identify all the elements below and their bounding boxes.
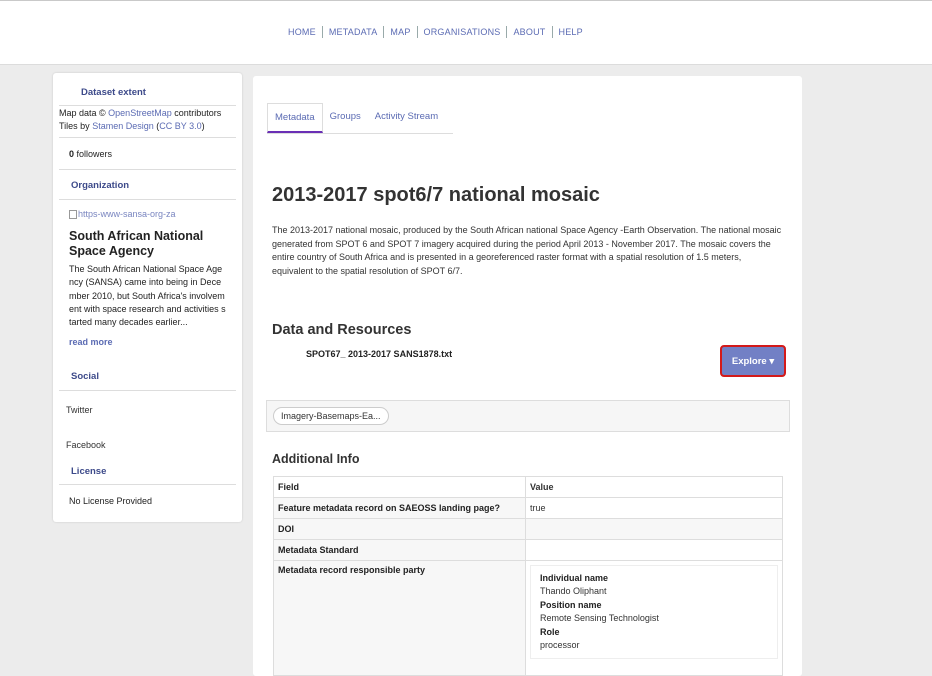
table-row: Feature metadata record on SAEOSS landin… — [273, 497, 783, 519]
org-logo-image[interactable]: https-www-sansa-org-za — [69, 209, 176, 220]
divider — [59, 390, 236, 391]
tiles-credit-prefix: Tiles by — [59, 121, 93, 131]
sidebar: Dataset extent Map data © OpenStreetMap … — [53, 73, 242, 522]
dataset-description: The 2013-2017 national mosaic, produced … — [272, 225, 782, 276]
org-description: The South African National Space Agency … — [69, 264, 226, 328]
followers-label: followers — [74, 149, 113, 159]
header-field: Field — [273, 476, 526, 498]
tag-list: Imagery-Basemaps-Ea... — [266, 400, 790, 432]
nav-divider — [506, 26, 508, 38]
tab-metadata[interactable]: Metadata — [267, 103, 323, 133]
license-heading: License — [71, 466, 107, 477]
dataset-title: 2013-2017 spot6/7 national mosaic — [272, 184, 600, 206]
nav-metadata[interactable]: METADATA — [325, 27, 382, 38]
individual-name-label: Individual name — [540, 573, 609, 583]
role-label: Role — [540, 626, 560, 637]
license-value: No License Provided — [69, 496, 153, 506]
divider — [59, 105, 236, 106]
row-value — [525, 518, 783, 540]
resource-name[interactable]: SPOT67_ 2013-2017 SANS1878.txt — [306, 349, 452, 359]
header-value: Value — [525, 476, 783, 498]
row-value — [525, 539, 783, 561]
additional-info-table: Field Value Feature metadata record on S… — [273, 476, 783, 676]
individual-name-value: Thando Oliphant — [540, 586, 607, 597]
read-more-link[interactable]: read more — [69, 337, 113, 347]
position-name-label: Position name — [540, 599, 602, 610]
nav-divider — [416, 26, 418, 38]
divider — [59, 199, 236, 200]
map-credit: Map data © OpenStreetMap contributors Ti… — [59, 107, 221, 133]
dataset-extent-heading: Dataset extent — [81, 87, 146, 98]
org-name[interactable]: South African National Space Agency — [69, 229, 219, 259]
divider — [59, 484, 236, 485]
openstreetmap-link[interactable]: OpenStreetMap — [108, 108, 172, 118]
stamen-design-link[interactable]: Stamen Design — [92, 121, 154, 131]
responsible-party-card: Individual name Thando Oliphant Position… — [530, 565, 778, 660]
row-value: true — [525, 497, 783, 519]
nav-about[interactable]: ABOUT — [509, 27, 549, 38]
organization-heading: Organization — [71, 180, 130, 191]
nav-map[interactable]: MAP — [386, 27, 414, 38]
tag-pill[interactable]: Imagery-Basemaps-Ea... — [273, 407, 389, 425]
map-credit-prefix: Map data © — [59, 108, 109, 118]
nav-divider — [551, 26, 553, 38]
facebook-link[interactable]: Facebook — [66, 440, 106, 450]
top-header: HOME METADATA MAP ORGANISATIONS ABOUT HE… — [0, 0, 932, 65]
resources-heading: Data and Resources — [272, 322, 412, 338]
role-value: processor — [540, 640, 580, 651]
cc-by-link[interactable]: CC BY 3.0 — [159, 121, 201, 131]
main-nav: HOME METADATA MAP ORGANISATIONS ABOUT HE… — [284, 26, 587, 38]
row-field: Metadata record responsible party — [273, 560, 526, 676]
position-name-value: Remote Sensing Technologist — [540, 613, 659, 624]
divider — [59, 169, 236, 170]
table-row: DOI — [273, 518, 783, 540]
nav-home[interactable]: HOME — [284, 27, 320, 38]
nav-help[interactable]: HELP — [555, 27, 587, 38]
row-value: Individual name Thando Oliphant Position… — [525, 560, 783, 676]
org-logo-alt: https-www-sansa-org-za — [78, 209, 176, 219]
tab-activity-stream[interactable]: Activity Stream — [368, 103, 445, 133]
social-heading: Social — [71, 371, 99, 382]
map-credit-suffix: contributors — [171, 108, 222, 118]
paren-close: ) — [201, 121, 205, 131]
broken-image-icon — [69, 210, 77, 220]
nav-divider — [321, 26, 323, 38]
row-field: DOI — [273, 518, 526, 540]
table-header-row: Field Value — [273, 476, 783, 498]
twitter-link[interactable]: Twitter — [66, 405, 93, 415]
tab-bar: Metadata Groups Activity Stream — [267, 103, 453, 134]
tab-groups[interactable]: Groups — [323, 103, 368, 133]
table-row: Metadata record responsible party Indivi… — [273, 560, 783, 676]
nav-organisations[interactable]: ORGANISATIONS — [420, 27, 505, 38]
row-field: Feature metadata record on SAEOSS landin… — [273, 497, 526, 519]
table-row: Metadata Standard — [273, 539, 783, 561]
divider — [59, 137, 236, 138]
main-content: Metadata Groups Activity Stream 2013-201… — [253, 76, 802, 676]
row-field: Metadata Standard — [273, 539, 526, 561]
explore-button[interactable]: Explore ▾ — [720, 345, 786, 377]
additional-info-heading: Additional Info — [272, 452, 360, 466]
nav-divider — [383, 26, 385, 38]
followers: 0 followers — [69, 149, 112, 159]
